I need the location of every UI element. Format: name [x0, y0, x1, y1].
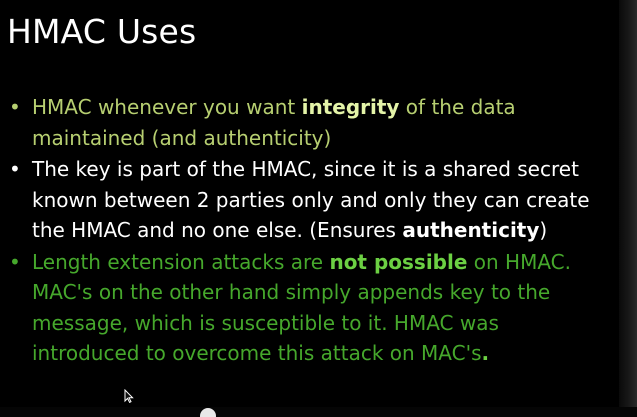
- cursor-highlight-dot: [200, 408, 216, 417]
- bullet-marker: •: [9, 249, 21, 274]
- bullet-text-part: ): [539, 218, 548, 242]
- bullet-text-bold: integrity: [301, 95, 400, 119]
- bullet-list: • HMAC whenever you want integrity of the…: [8, 92, 608, 370]
- bullet-marker: •: [9, 95, 21, 119]
- window-bottom-edge: [0, 407, 637, 417]
- bullet-marker: •: [9, 157, 21, 181]
- mouse-pointer-icon: [124, 388, 134, 404]
- bullet-integrity: • HMAC whenever you want integrity of the…: [8, 92, 608, 153]
- bullet-authenticity: • The key is part of the HMAC, since it i…: [8, 154, 608, 246]
- slide-title: HMAC Uses: [7, 12, 197, 51]
- bullet-length-extension: • Length extension attacks are not possib…: [8, 247, 608, 369]
- window-edge: [619, 0, 637, 417]
- bullet-text-part: HMAC whenever you want: [32, 95, 302, 119]
- bullet-text-part: Length extension attacks are: [32, 249, 330, 274]
- bullet-text-bold: .: [481, 341, 490, 365]
- presentation-slide: HMAC Uses • HMAC whenever you want integr…: [0, 0, 637, 417]
- bullet-text-bold: authenticity: [402, 218, 540, 242]
- bullet-text-bold: not possible: [329, 249, 468, 274]
